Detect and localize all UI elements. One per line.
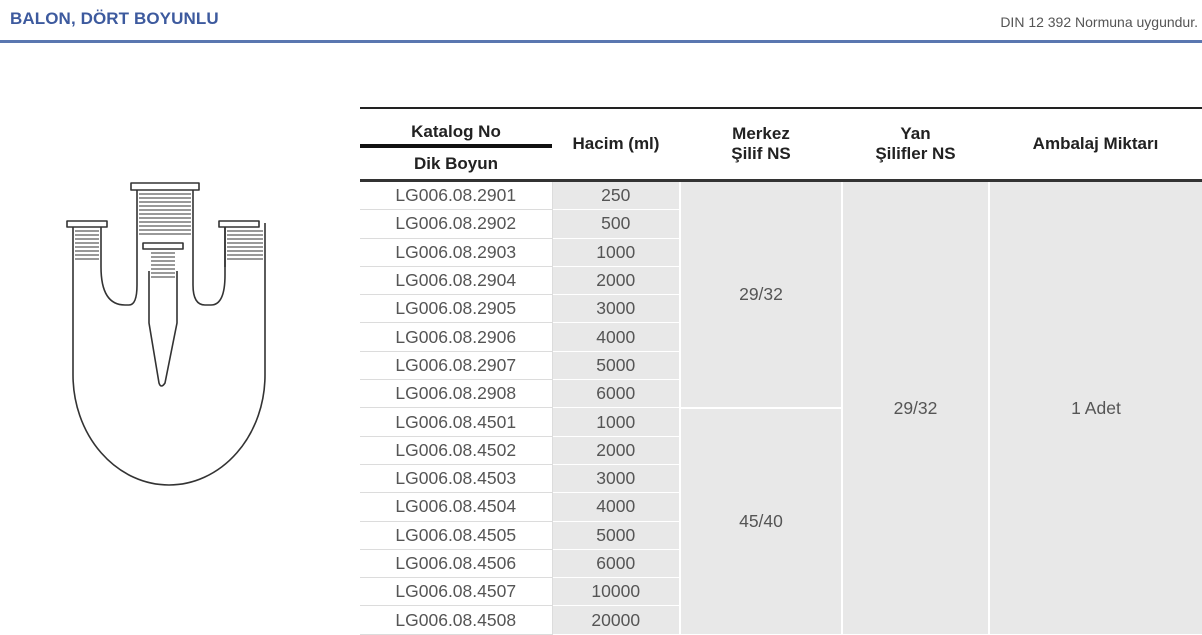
hacim-cell: 250 xyxy=(552,180,681,211)
hacim-cell: 2000 xyxy=(552,436,681,465)
yan-silifler-cell: 29/32 xyxy=(842,180,990,635)
page-header: BALON, DÖRT BOYUNLU DIN 12 392 Normuna u… xyxy=(0,0,1202,43)
page-title: BALON, DÖRT BOYUNLU xyxy=(10,9,219,28)
header-rule xyxy=(0,40,1202,43)
hacim-cell: 4000 xyxy=(552,492,681,522)
hacim-cell: 3000 xyxy=(552,464,681,494)
header-katalog-no: Katalog No xyxy=(360,107,552,148)
table-row: LG006.08.2901 250 29/32 29/32 1 Adet xyxy=(360,180,1202,635)
katalog-cell: LG006.08.2906 xyxy=(360,322,553,352)
katalog-cell: LG006.08.4502 xyxy=(360,436,553,465)
merkez-cell: 45/40 xyxy=(680,407,843,635)
four-neck-flask-icon xyxy=(55,175,285,495)
header-ambalaj: Ambalaj Miktarı xyxy=(989,107,1202,182)
hacim-cell: 3000 xyxy=(552,294,681,324)
hacim-cell: 6000 xyxy=(552,549,681,579)
katalog-cell: LG006.08.4507 xyxy=(360,577,553,607)
hacim-cell: 5000 xyxy=(552,521,681,550)
katalog-cell: LG006.08.4505 xyxy=(360,521,553,550)
katalog-cell: LG006.08.4508 xyxy=(360,605,553,635)
hacim-cell: 10000 xyxy=(552,577,681,607)
header-yan-line2: Şilifler NS xyxy=(875,144,956,163)
hacim-cell: 1000 xyxy=(552,238,681,267)
ambalaj-cell: 1 Adet xyxy=(989,180,1202,635)
katalog-cell: LG006.08.4504 xyxy=(360,492,553,522)
katalog-cell: LG006.08.4503 xyxy=(360,464,553,494)
table-body: LG006.08.2901 250 29/32 29/32 1 Adet LG006.08… xyxy=(360,180,1202,635)
merkez-cell: 29/32 xyxy=(680,180,843,409)
header-hacim: Hacim (ml) xyxy=(552,107,680,182)
spec-table: Katalog No Hacim (ml) Merkez Şilif NS Ya… xyxy=(360,107,1202,635)
katalog-cell: LG006.08.2904 xyxy=(360,266,553,296)
hacim-cell: 1000 xyxy=(552,407,681,437)
katalog-cell: LG006.08.2905 xyxy=(360,294,553,324)
header-merkez-line2: Şilif NS xyxy=(731,144,791,163)
katalog-cell: LG006.08.4501 xyxy=(360,407,553,437)
katalog-cell: LG006.08.4506 xyxy=(360,549,553,579)
header-merkez: Merkez Şilif NS xyxy=(680,107,842,182)
hacim-cell: 2000 xyxy=(552,266,681,296)
header-yan: Yan Şilifler NS xyxy=(842,107,989,182)
katalog-cell: LG006.08.2902 xyxy=(360,209,553,239)
header-merkez-line1: Merkez xyxy=(732,124,790,143)
norm-note: DIN 12 392 Normuna uygundur. xyxy=(1000,14,1198,30)
hacim-cell: 4000 xyxy=(552,322,681,352)
hacim-cell: 6000 xyxy=(552,379,681,409)
hacim-cell: 500 xyxy=(552,209,681,239)
katalog-cell: LG006.08.2901 xyxy=(360,180,553,211)
katalog-cell: LG006.08.2907 xyxy=(360,351,553,381)
header-dik-boyun: Dik Boyun xyxy=(360,146,552,182)
katalog-cell: LG006.08.2908 xyxy=(360,379,553,409)
header-yan-line1: Yan xyxy=(900,124,931,143)
hacim-cell: 20000 xyxy=(552,605,681,635)
hacim-cell: 5000 xyxy=(552,351,681,381)
katalog-cell: LG006.08.2903 xyxy=(360,238,553,267)
